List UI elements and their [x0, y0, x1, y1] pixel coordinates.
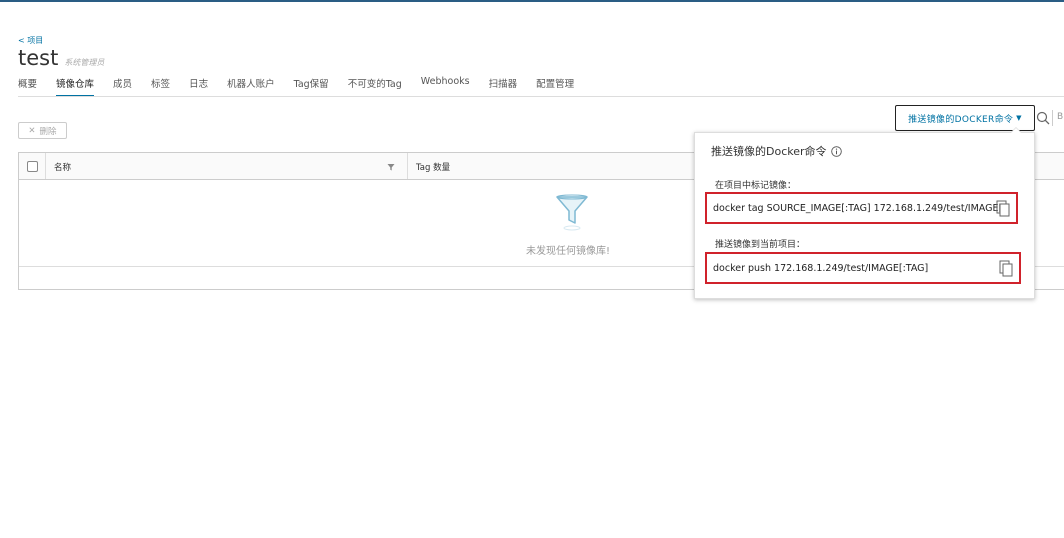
empty-funnel-icon — [556, 194, 588, 231]
tab-labels[interactable]: 标签 — [151, 76, 170, 97]
column-header-tag-count[interactable]: Tag 数量 — [416, 161, 450, 173]
chevron-down-icon: ▼ — [1016, 114, 1022, 122]
tab-summary[interactable]: 概要 — [18, 76, 37, 97]
tab-members[interactable]: 成员 — [113, 76, 132, 97]
copy-icon[interactable] — [999, 260, 1013, 277]
role-label: 系统管理员 — [64, 58, 105, 67]
delete-button-label: 删除 — [39, 126, 57, 137]
back-to-projects-link[interactable]: < 项目 — [18, 35, 43, 46]
tag-command-label: 在项目中标记镜像： — [715, 181, 797, 191]
filter-icon[interactable] — [387, 163, 395, 171]
tab-tag-retention[interactable]: Tag保留 — [294, 76, 329, 97]
info-icon[interactable] — [830, 145, 842, 157]
column-separator — [407, 153, 408, 179]
push-command-button-label: 推送镜像的DOCKER命令 — [908, 114, 1014, 125]
popover-title: 推送镜像的Docker命令 — [711, 143, 842, 159]
tag-command-text: docker tag SOURCE_IMAGE[:TAG] 172.168.1.… — [713, 202, 1003, 214]
push-command-text: docker push 172.168.1.249/test/IMAGE[:TA… — [713, 262, 929, 274]
popover-arrow-inner — [1011, 128, 1021, 133]
copy-icon[interactable] — [996, 200, 1010, 217]
page-header: test 系统管理员 — [18, 46, 104, 70]
toolbar-separator — [1052, 110, 1053, 126]
page-title: test — [18, 46, 59, 70]
tab-repositories[interactable]: 镜像仓库 — [56, 76, 95, 97]
tab-scanners[interactable]: 扫描器 — [489, 76, 518, 97]
tab-robot-accounts[interactable]: 机器人账户 — [227, 76, 275, 97]
column-header-name[interactable]: 名称 — [54, 161, 71, 173]
push-command-popover: 推送镜像的Docker命令 在项目中标记镜像： docker tag SOURC… — [694, 132, 1035, 299]
tabs-divider — [18, 96, 1064, 97]
push-command-label: 推送镜像到当前项目： — [715, 240, 806, 250]
push-command-box[interactable]: docker push 172.168.1.249/test/IMAGE[:TA… — [705, 252, 1021, 284]
popover-title-text: 推送镜像的Docker命令 — [711, 145, 827, 158]
search-icon[interactable] — [1036, 111, 1050, 125]
cutoff-toolbar-text: B — [1057, 112, 1064, 122]
tab-immutable-tags[interactable]: 不可变的Tag — [348, 76, 402, 97]
empty-state-text: 未发现任何镜像库! — [526, 246, 611, 257]
select-all-checkbox[interactable] — [27, 161, 38, 172]
top-accent-line — [0, 0, 1064, 2]
close-icon: ✕ — [28, 125, 36, 136]
project-tabs: 概要 镜像仓库 成员 标签 日志 机器人账户 Tag保留 不可变的Tag Web… — [18, 76, 593, 97]
delete-button[interactable]: ✕ 删除 — [18, 122, 67, 139]
column-separator — [45, 153, 46, 179]
tab-logs[interactable]: 日志 — [189, 76, 208, 97]
tab-webhooks[interactable]: Webhooks — [421, 76, 470, 97]
tab-configuration[interactable]: 配置管理 — [536, 76, 574, 97]
tag-command-box[interactable]: docker tag SOURCE_IMAGE[:TAG] 172.168.1.… — [705, 192, 1018, 224]
